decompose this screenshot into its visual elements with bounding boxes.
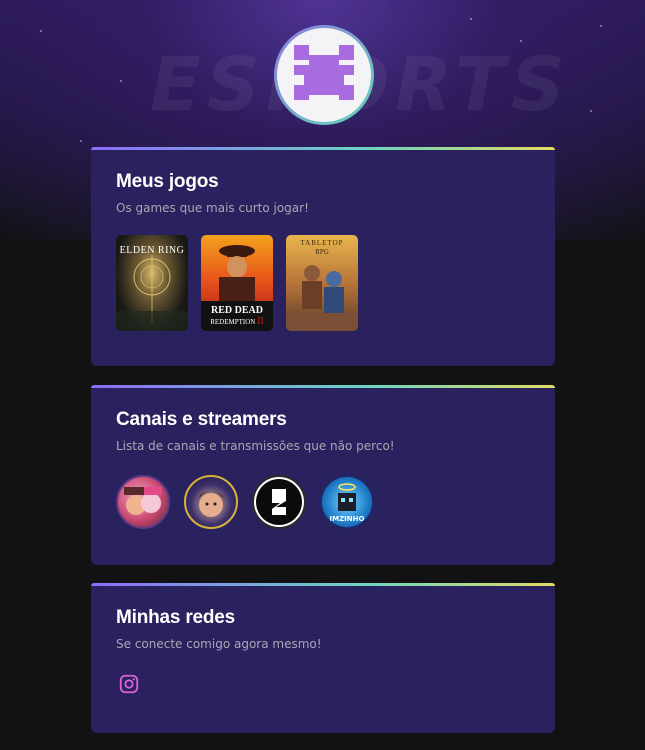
games-card: Meus jogos Os games que mais curto jogar…	[91, 147, 555, 366]
streamers-list: IMZINHO	[116, 475, 530, 529]
streamer-avatar-logo[interactable]	[252, 475, 306, 529]
social-subtitle: Se conecte comigo agora mesmo!	[116, 637, 322, 651]
streamer-avatar-boy[interactable]	[184, 475, 238, 529]
streamer-avatar-duo[interactable]	[116, 475, 170, 529]
streamer-avatar-imzinho[interactable]: IMZINHO	[320, 475, 374, 529]
tabletop-rpg-cover[interactable]: TABLETOP RPG	[286, 235, 358, 331]
games-title: Meus jogos	[116, 171, 219, 192]
streamers-subtitle: Lista de canais e transmissões que não p…	[116, 439, 395, 453]
streamers-card: Canais e streamers Lista de canais e tra…	[91, 385, 555, 565]
pixel-logo-icon	[294, 45, 354, 100]
social-title: Minhas redes	[116, 607, 236, 628]
profile-avatar	[274, 25, 374, 125]
games-list: ELDEN RING RED DEAD REDEMPTION II TABLET…	[116, 235, 530, 331]
streamer-avatar-label: IMZINHO	[330, 515, 365, 523]
instagram-icon[interactable]	[116, 671, 142, 697]
streamers-title: Canais e streamers	[116, 409, 287, 430]
red-dead-redemption-2-cover[interactable]: RED DEAD REDEMPTION II	[201, 235, 273, 331]
social-card: Minhas redes Se conecte comigo agora mes…	[91, 583, 555, 733]
games-subtitle: Os games que mais curto jogar!	[116, 201, 309, 215]
elden-ring-cover[interactable]: ELDEN RING	[116, 235, 188, 331]
